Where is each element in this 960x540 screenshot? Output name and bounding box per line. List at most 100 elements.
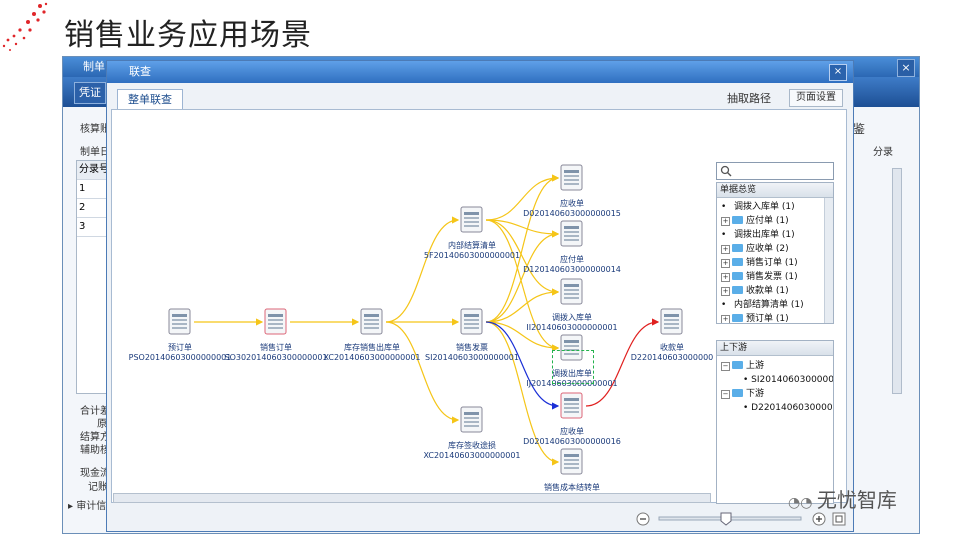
updown-tree-title: 上下游 <box>717 341 833 356</box>
folder-icon <box>732 361 743 369</box>
logo-dots-icon <box>2 2 48 51</box>
flow-node-label: 销售成本结转单 <box>544 483 600 492</box>
folder-icon <box>732 272 743 280</box>
zoom-controls <box>636 512 846 526</box>
entry-grid-row[interactable]: 1 <box>77 180 109 199</box>
folder-icon <box>732 389 743 397</box>
summary-tree-item-label: 应收单 (2) <box>746 244 789 254</box>
summary-tree-scrollbar[interactable] <box>824 198 833 323</box>
link-query-dialog: 联查 × 整单联查 抽取路径 页面设置 预订单 PSO20140603000000… <box>106 60 854 532</box>
document-icon <box>460 406 483 433</box>
zoom-out-icon[interactable] <box>636 512 650 526</box>
caret-right-icon: ▸ <box>68 501 77 512</box>
background-vertical-scrollbar[interactable] <box>892 168 902 394</box>
tab-whole-order-query[interactable]: 整单联查 <box>117 89 183 110</box>
document-icon <box>560 164 583 191</box>
entry-grid: 分录号 1 2 3 <box>76 160 110 394</box>
flow-node-code: D120140603000000014 <box>523 265 621 274</box>
document-icon <box>560 448 583 475</box>
upstream-item-code: SI20140603000000 <box>751 375 834 385</box>
summary-tree-item-label: 应付单 (1) <box>746 216 789 226</box>
dialog-close-button[interactable]: × <box>829 64 847 81</box>
flow-node-code: D220140603000000 <box>630 353 714 362</box>
summary-tree-title: 单据总览 <box>717 183 833 198</box>
flow-node-code: D020140603000000016 <box>523 437 621 446</box>
summary-tree-item[interactable]: + 应付单 (1) <box>721 214 833 228</box>
document-icon <box>560 220 583 247</box>
collapse-icon[interactable]: − <box>721 362 730 371</box>
bullet-icon: • <box>721 300 727 310</box>
folder-icon <box>732 244 743 252</box>
upstream-label: 上游 <box>746 361 765 371</box>
downstream-node[interactable]: − 下游 <box>721 387 833 401</box>
summary-tree-item[interactable]: • 调拨出库单 (1) <box>721 228 833 242</box>
expand-icon[interactable]: + <box>721 287 730 296</box>
summary-tree-item[interactable]: + 预订单 (1) <box>721 312 833 324</box>
flow-canvas[interactable]: 预订单 PSO20140603000000001 销售订单 SO30201406030… <box>111 109 847 504</box>
flow-node-label: 应收单 <box>560 199 584 208</box>
bg-label-audit: ▸ 审计信 <box>68 497 106 512</box>
entry-grid-row[interactable]: 3 <box>77 218 109 237</box>
flow-node-label: 收款单 <box>660 343 684 352</box>
flow-node-label: 应付单 <box>560 255 584 264</box>
bg-right-label-2: 分录 <box>873 147 893 158</box>
summary-tree-item[interactable]: + 应收单 (2) <box>721 242 833 256</box>
flow-node[interactable]: 应收单 D020140603000000016 <box>512 392 632 447</box>
collapse-icon[interactable]: − <box>721 390 730 399</box>
document-icon <box>460 206 483 233</box>
summary-tree-item-label: 销售发票 (1) <box>746 272 798 282</box>
folder-icon <box>732 216 743 224</box>
summary-tree-item[interactable]: + 收款单 (1) <box>721 284 833 298</box>
expand-icon[interactable]: + <box>721 259 730 268</box>
page-setup-button[interactable]: 页面设置 <box>789 89 843 107</box>
summary-tree-item-label: 预订单 (1) <box>746 314 789 324</box>
expand-icon[interactable]: + <box>721 315 730 323</box>
flow-node[interactable]: 应付单 D120140603000000014 <box>512 220 632 275</box>
extract-path-button[interactable]: 抽取路径 <box>727 90 771 106</box>
fit-screen-icon[interactable] <box>832 512 846 526</box>
bullet-icon: • <box>721 202 727 212</box>
document-icon <box>660 308 683 335</box>
document-icon <box>460 308 483 335</box>
summary-tree-item[interactable]: • 调拨入库单 (1) <box>721 200 833 214</box>
folder-icon <box>732 314 743 322</box>
search-input[interactable] <box>716 162 834 180</box>
bg-right-label-1: 鉴 <box>853 122 866 136</box>
folder-icon <box>732 258 743 266</box>
downstream-label: 下游 <box>746 389 765 399</box>
downstream-item[interactable]: • D22014060300000 <box>721 401 833 415</box>
dialog-title: 联查 <box>129 65 151 78</box>
upstream-item[interactable]: • SI20140603000000 <box>721 373 833 387</box>
expand-icon[interactable]: + <box>721 217 730 226</box>
upstream-node[interactable]: − 上游 <box>721 359 833 373</box>
background-close-button[interactable]: × <box>897 59 915 77</box>
document-icon <box>560 392 583 419</box>
entry-grid-row[interactable]: 2 <box>77 199 109 218</box>
summary-tree-item[interactable]: • 内部结算清单 (1) <box>721 298 833 312</box>
folder-icon <box>732 286 743 294</box>
summary-tree-item[interactable]: + 销售发票 (1) <box>721 270 833 284</box>
zoom-in-icon[interactable] <box>812 512 826 526</box>
updown-tree: 上下游 − 上游 • SI20140603000000 − 下游 • D220140… <box>716 340 834 504</box>
summary-tree-item-label: 销售订单 (1) <box>746 258 798 268</box>
flow-node[interactable]: 应收单 D020140603000000015 <box>512 164 632 219</box>
bullet-icon: • <box>721 230 727 240</box>
summary-tree-item[interactable]: + 销售订单 (1) <box>721 256 833 270</box>
expand-icon[interactable]: + <box>721 273 730 282</box>
summary-tree-item-label: 内部结算清单 (1) <box>734 300 804 310</box>
expand-icon[interactable]: + <box>721 245 730 254</box>
wechat-icon: ◔◔ <box>788 495 817 511</box>
document-icon <box>560 278 583 305</box>
flow-node-label: 应收单 <box>560 427 584 436</box>
dialog-titlebar: 联查 × <box>107 61 853 83</box>
document-icon <box>264 308 287 335</box>
canvas-horizontal-scrollbar[interactable] <box>113 493 711 503</box>
watermark: ◔◔ 无忧智库 <box>788 484 897 513</box>
entry-grid-header: 分录号 <box>77 161 109 180</box>
summary-tree-item-label: 调拨出库单 (1) <box>734 230 795 240</box>
summary-tree: 单据总览 • 调拨入库单 (1) + 应付单 (1) • 调拨出库单 (1) + 应收单 (2… <box>716 182 834 324</box>
watermark-text: 无忧智库 <box>816 488 897 512</box>
voucher-button[interactable]: 凭证 <box>74 82 106 104</box>
zoom-slider-handle[interactable] <box>720 512 732 526</box>
flow-node[interactable]: 收款单 D220140603000000 <box>612 308 732 363</box>
